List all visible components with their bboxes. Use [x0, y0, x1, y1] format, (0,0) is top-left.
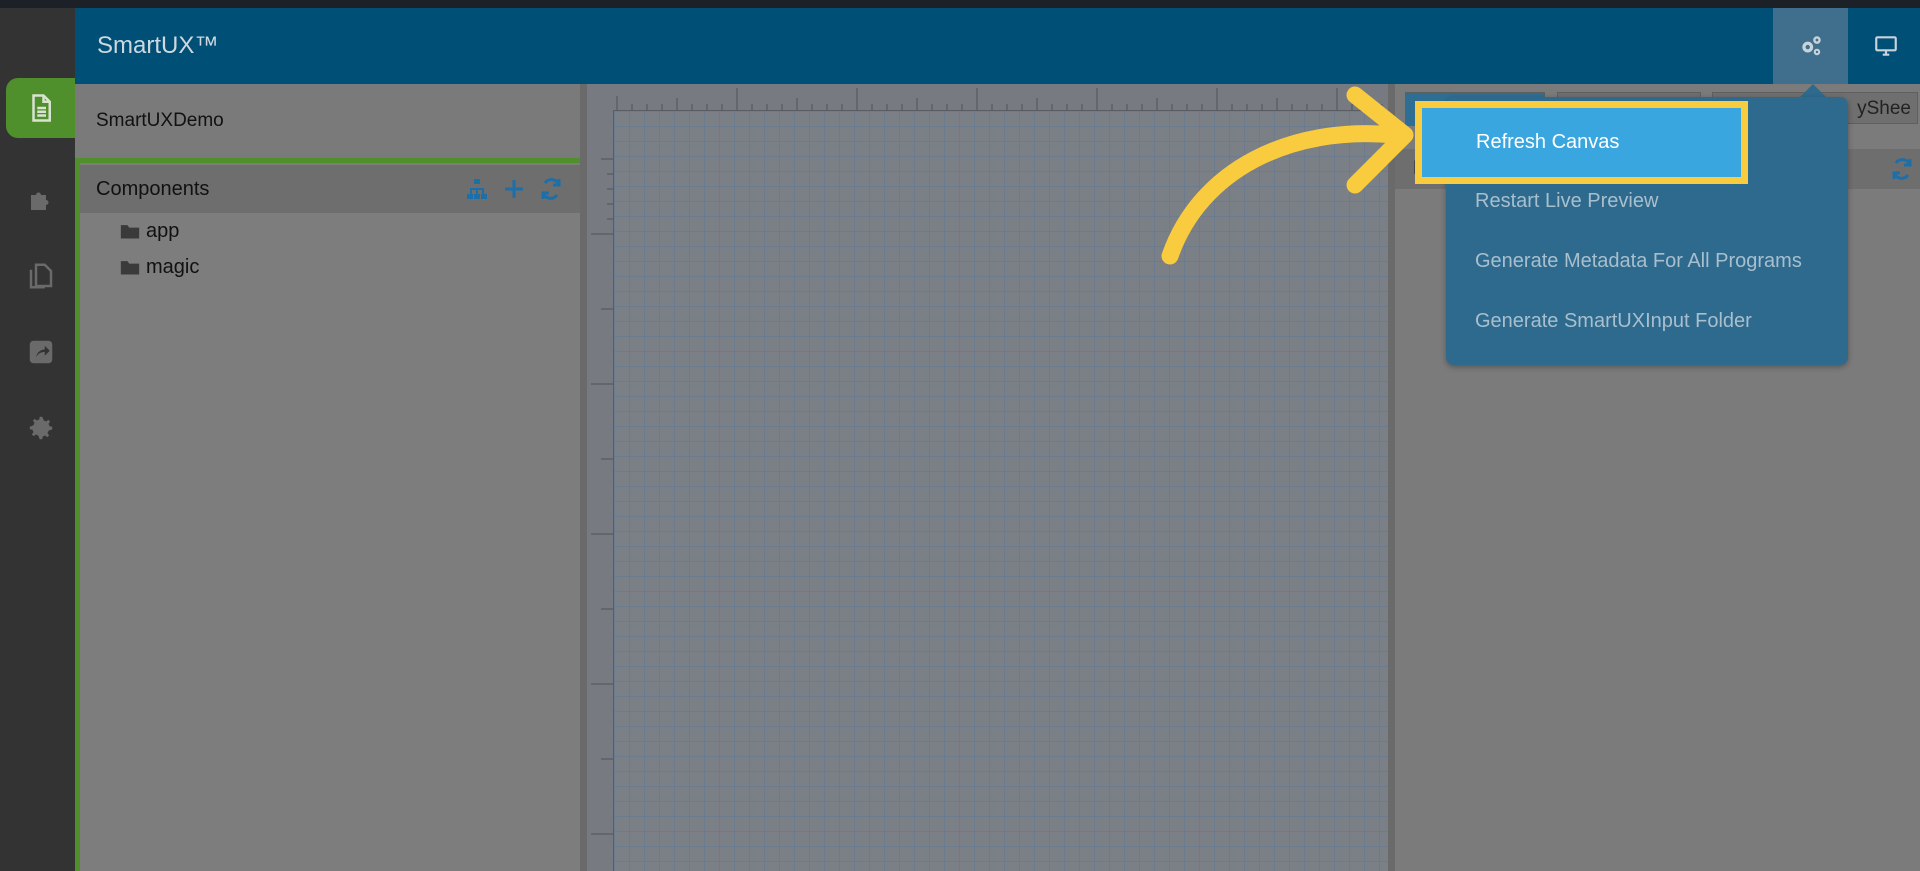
left-nav	[0, 8, 75, 871]
nav-item-components[interactable]	[6, 170, 75, 230]
ruler-ticks	[591, 158, 613, 835]
tree-item-magic[interactable]: magic	[120, 250, 199, 284]
vertical-ruler	[587, 110, 614, 871]
nav-item-copy[interactable]	[6, 246, 75, 306]
project-row[interactable]: SmartUXDemo	[75, 84, 580, 158]
app-title: SmartUX™	[97, 32, 219, 59]
accent-edge	[75, 163, 80, 871]
accent-divider	[75, 158, 580, 163]
menu-item-generate-input-folder[interactable]: Generate SmartUXInput Folder	[1475, 307, 1752, 335]
hierarchy-icon	[467, 179, 487, 199]
top-strip	[0, 0, 1920, 8]
components-title: Components	[96, 178, 210, 200]
callout-arrow-icon	[1161, 86, 1414, 265]
tab-label: yShee	[1857, 98, 1911, 119]
nav-item-settings[interactable]	[6, 398, 75, 458]
tree-item-label: magic	[146, 255, 200, 278]
tree-item-app[interactable]: app	[120, 214, 179, 248]
menu-item-restart-live-preview[interactable]: Restart Live Preview	[1475, 187, 1658, 215]
refresh-components-button[interactable]	[538, 176, 564, 202]
refresh-icon[interactable]	[1890, 157, 1914, 181]
nav-item-documents[interactable]	[6, 78, 75, 138]
menu-caret	[1800, 84, 1826, 97]
preview-button[interactable]	[1848, 8, 1920, 84]
plus-icon	[505, 180, 523, 198]
menu-item-generate-metadata[interactable]: Generate Metadata For All Programs	[1475, 247, 1802, 275]
folder-icon	[120, 225, 140, 239]
refresh-icon	[541, 178, 561, 200]
project-name: SmartUXDemo	[96, 110, 224, 131]
gear-icon	[29, 416, 52, 440]
folder-icon	[120, 261, 140, 275]
settings-menu-button[interactable]	[1773, 8, 1848, 84]
menu-item-label: Refresh Canvas	[1476, 131, 1620, 153]
left-panel: SmartUXDemo Components app magic	[75, 84, 580, 871]
document-icon	[31, 94, 51, 122]
canvas-border	[580, 84, 587, 871]
menu-item-refresh-canvas[interactable]: Refresh Canvas	[1415, 101, 1748, 184]
puzzle-icon	[30, 192, 48, 210]
monitor-icon	[1874, 36, 1897, 56]
app-header: SmartUX™	[75, 8, 1920, 84]
cogs-icon	[1801, 36, 1821, 56]
add-component-button[interactable]	[501, 176, 527, 202]
components-header: Components	[80, 165, 580, 213]
nav-item-share[interactable]	[6, 322, 75, 382]
hierarchy-button[interactable]	[464, 176, 490, 202]
copy-icon	[29, 263, 52, 289]
tree-item-label: app	[146, 219, 180, 242]
share-icon	[29, 340, 52, 364]
